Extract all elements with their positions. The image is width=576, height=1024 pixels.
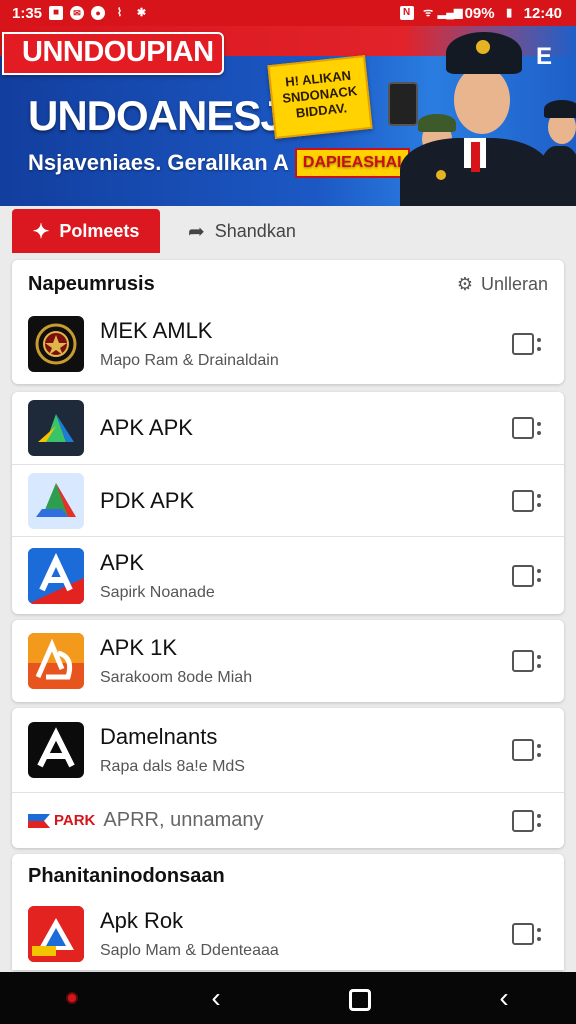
home-button[interactable] <box>330 972 390 1024</box>
section-card-2: APK APK PDK APK APK Sapirk Noanade <box>12 392 564 614</box>
item-checkbox[interactable] <box>512 487 544 515</box>
banner-menu-icon[interactable]: E <box>530 44 558 70</box>
item-title: Apk Rok <box>100 908 184 933</box>
status-bar: 1:35 ■ ✉ ● ⌇ ✱ N ᯤ ▂▄▆ 09% ▮ 12:40 <box>0 0 576 26</box>
recent-button[interactable]: ‹ <box>474 972 534 1024</box>
list-item[interactable]: APK APK <box>12 392 564 464</box>
item-title: APK APK <box>100 415 193 440</box>
drive-icon <box>28 400 84 456</box>
item-title: APK 1K <box>100 635 178 660</box>
battery-icon: ▮ <box>506 6 513 19</box>
banner-subtitle: Nsjaveniaes. Gerallkan A <box>28 150 289 175</box>
emblem-icon <box>28 316 84 372</box>
banner-sticker: H! ALIKAN SNDONACK BIDDAV. <box>267 55 373 139</box>
tab-label: Shandkan <box>214 220 296 241</box>
section-card-3: APK 1K Sarakoom 8ode Miah <box>12 620 564 702</box>
wifi-off-icon: ⌇ <box>116 6 123 19</box>
home-square-icon <box>349 988 371 1011</box>
item-subtitle: Sapirk Noanade <box>100 583 215 601</box>
tab-label: Polmeets <box>59 220 140 241</box>
banner-subtitle-row: Nsjaveniaes. Gerallkan A DAPIEASHAI <box>28 148 410 178</box>
item-title: PDK APK <box>100 487 195 513</box>
item-checkbox[interactable] <box>512 330 544 358</box>
tab-shandkan[interactable]: ➦ Shandkan <box>168 209 316 253</box>
assistant-button[interactable] <box>42 992 102 1004</box>
banner-title: UNDOANESJA <box>28 92 313 139</box>
item-checkbox[interactable] <box>512 647 544 675</box>
signal-icon: ▂▄▆ <box>437 6 463 19</box>
status-time: 1:35 <box>12 4 43 22</box>
section-header: Napeumrusis ⚙ Unlleran <box>12 260 564 308</box>
status-clock: 12:40 <box>523 4 562 22</box>
section-title: Napeumrusis <box>28 272 155 295</box>
list-item[interactable]: PDK APK <box>12 464 564 536</box>
park-prefix: PARK <box>54 812 96 829</box>
messenger-notification-icon: ✉ <box>70 6 85 20</box>
list-item[interactable]: APK Sapirk Noanade <box>12 536 564 614</box>
drive-alt-icon <box>28 472 84 529</box>
back-button[interactable]: ‹ <box>186 972 246 1024</box>
banner-subtitle-tag: DAPIEASHAI <box>294 148 410 178</box>
banner-tag: UNNDOUPIAN <box>2 32 224 75</box>
item-subtitle: Mapo Ram & Drainaldain <box>100 352 279 369</box>
red-flag-a-icon <box>28 906 84 962</box>
item-subtitle: Sarakoom 8ode Miah <box>100 669 253 686</box>
black-a-icon <box>28 722 84 778</box>
item-subtitle: Rapa dals 8a!e MdS <box>100 758 245 775</box>
camera-icon <box>388 82 418 126</box>
item-title: Damelnants <box>100 724 218 749</box>
gallery-notification-icon: ■ <box>49 6 64 20</box>
item-checkbox[interactable] <box>512 920 544 948</box>
share-icon: ➦ <box>188 220 205 243</box>
unlleran-button[interactable]: ⚙ Unlleran <box>457 274 548 295</box>
unlleran-label: Unlleran <box>480 273 548 294</box>
list-item[interactable]: PARK APRR, unnamany <box>12 792 564 848</box>
item-checkbox[interactable] <box>512 562 544 590</box>
orange-a-icon <box>28 633 84 689</box>
section-title: Phanitaninodonsaan <box>28 864 225 887</box>
chat-notification-icon: ● <box>91 6 106 20</box>
wifi-icon: ᯤ <box>423 6 434 19</box>
section-card-4: Damelnants Rapa dals 8a!e MdS PARK APRR,… <box>12 708 564 848</box>
item-subtitle: Saplo Mam & Ddenteaaa <box>100 942 279 959</box>
list-item[interactable]: Damelnants Rapa dals 8a!e MdS <box>12 708 564 792</box>
chevron-left-icon: ‹ <box>499 982 509 1013</box>
tab-polmeets[interactable]: ✦ Polmeets <box>12 209 160 253</box>
item-checkbox[interactable] <box>512 414 544 442</box>
tab-bar: ✦ Polmeets ➦ Shandkan <box>12 209 564 253</box>
item-checkbox[interactable] <box>512 736 544 764</box>
section-card-1: Napeumrusis ⚙ Unlleran MEK AMLK Mapo Ram… <box>12 260 564 384</box>
chevron-left-icon: ‹ <box>211 982 221 1013</box>
arrow-a-icon <box>28 547 84 604</box>
list-item[interactable]: MEK AMLK Mapo Ram & Drainaldain <box>12 308 564 380</box>
park-flag-icon: PARK <box>28 812 95 829</box>
item-title: APRR, unnamany <box>103 809 264 831</box>
status-left: 1:35 ■ ✉ ● ⌇ ✱ <box>12 5 149 22</box>
status-right: N ᯤ ▂▄▆ 09% ▮ 12:40 <box>399 4 562 22</box>
nfc-icon: N <box>399 6 414 20</box>
settings-icon: ⚙ <box>456 273 473 294</box>
promo-banner[interactable]: UNNDOUPIAN UNDOANESJA Nsjaveniaes. Geral… <box>0 26 576 206</box>
star-notification-icon: ✱ <box>136 6 147 19</box>
battery-percent: 09% <box>464 4 495 22</box>
item-checkbox[interactable] <box>512 807 544 835</box>
apps-icon: ✦ <box>32 220 50 243</box>
list-item[interactable]: APK 1K Sarakoom 8ode Miah <box>12 620 564 702</box>
record-dot-icon <box>66 992 78 1004</box>
section-header: Phanitaninodonsaan <box>12 854 564 898</box>
item-title: APK <box>100 549 145 575</box>
system-nav-bar: ‹ ‹ <box>0 972 576 1024</box>
section-card-5: Phanitaninodonsaan Apk Rok Saplo Mam & D… <box>12 854 564 970</box>
list-item[interactable]: Apk Rok Saplo Mam & Ddenteaaa <box>12 898 564 970</box>
item-title: MEK AMLK <box>100 318 213 343</box>
